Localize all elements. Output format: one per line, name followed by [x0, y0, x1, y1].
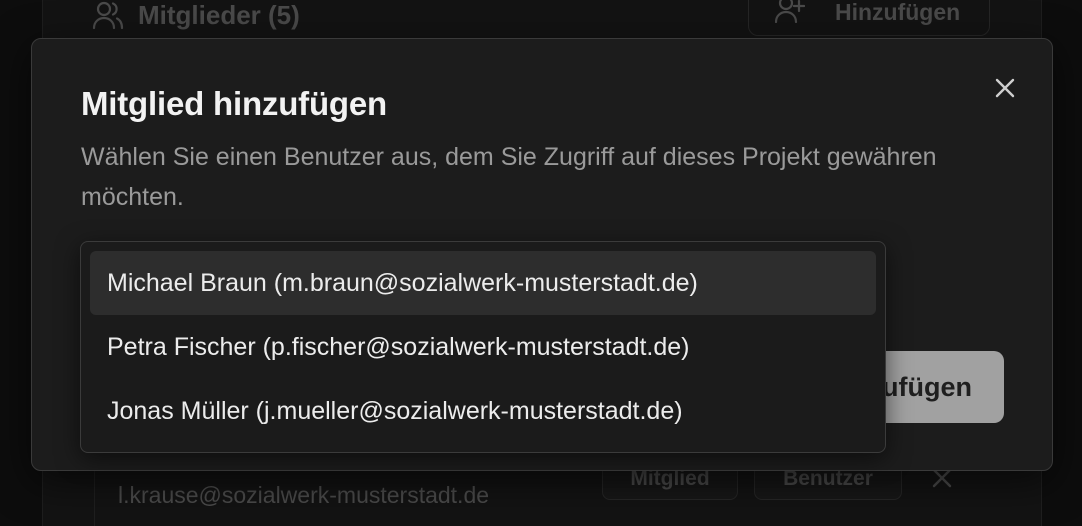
dialog-description: Wählen Sie einen Benutzer aus, dem Sie Z…: [81, 143, 937, 211]
page: Mitglieder (5) Hinzufügen l.krause@sozia…: [0, 0, 1082, 526]
dialog-close-button[interactable]: [992, 75, 1018, 101]
user-option[interactable]: Petra Fischer (p.fischer@sozialwerk-must…: [90, 315, 876, 379]
users-icon: [92, 0, 124, 30]
dialog-title: Mitglied hinzufügen: [81, 85, 387, 122]
user-select-dropdown: Michael Braun (m.braun@sozialwerk-muster…: [80, 241, 886, 453]
add-member-button[interactable]: Hinzufügen: [748, 0, 990, 36]
members-header: Mitglieder (5): [92, 0, 300, 30]
member-email: l.krause@sozialwerk-musterstadt.de: [118, 482, 490, 508]
close-icon: [992, 78, 1018, 105]
close-icon: [930, 468, 954, 494]
user-plus-icon: [774, 0, 806, 29]
members-title: Mitglieder (5): [138, 0, 300, 30]
add-member-label: Hinzufügen: [835, 0, 961, 25]
user-option[interactable]: Michael Braun (m.braun@sozialwerk-muster…: [90, 251, 876, 315]
user-option[interactable]: Jonas Müller (j.mueller@sozialwerk-muste…: [90, 379, 876, 443]
